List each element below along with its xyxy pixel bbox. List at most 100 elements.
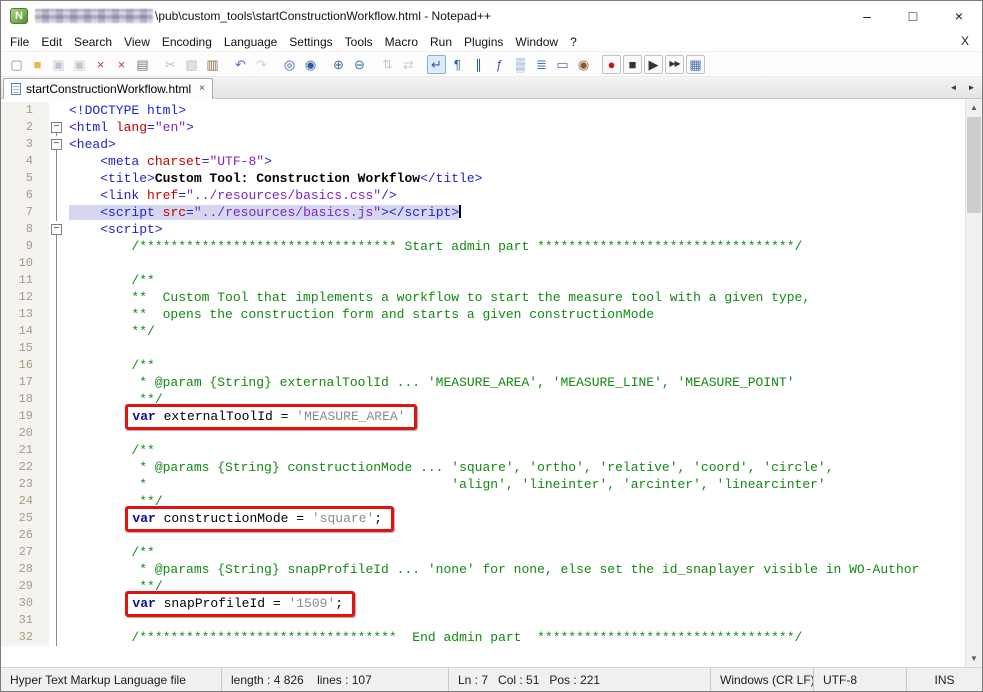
fold-guide-line	[56, 561, 57, 578]
code-segment: <head>	[69, 137, 116, 152]
macro-stop-icon[interactable]: ■	[623, 55, 642, 74]
menubar-items: FileEditSearchViewEncodingLanguageSettin…	[4, 31, 583, 51]
show-indent-guide-icon[interactable]: ∥	[469, 55, 488, 74]
minimize-button[interactable]: –	[844, 1, 890, 31]
line-number: 7	[1, 204, 41, 221]
code-segment: >	[381, 205, 389, 220]
document-list-icon[interactable]: ≣	[532, 55, 551, 74]
find-icon[interactable]: ◎	[280, 55, 299, 74]
monitor-icon[interactable]: ▭	[553, 55, 572, 74]
code-line-5: 5 <title>Custom Tool: Construction Workf…	[1, 170, 965, 187]
code-line-9: 9 /********************************* Sta…	[1, 238, 965, 255]
code-segment: var	[132, 511, 155, 526]
undo-icon[interactable]: ↶	[231, 55, 250, 74]
line-number: 29	[1, 578, 41, 595]
paste-icon[interactable]: ▥	[203, 55, 222, 74]
tab-scroll-left-icon[interactable]: ◄	[947, 80, 960, 95]
code-segment	[69, 205, 100, 220]
code-text	[65, 255, 69, 272]
status-cursor-position: Ln : 7 Col : 51 Pos : 221	[449, 668, 711, 691]
line-number: 20	[1, 425, 41, 442]
menu-file[interactable]: File	[4, 33, 35, 51]
menubar-close-icon[interactable]: X	[961, 34, 982, 48]
macro-record-icon[interactable]: ●	[602, 55, 621, 74]
code-segment: "../resources/basics.css"	[186, 188, 381, 203]
close-all-files-icon[interactable]: ×	[112, 55, 131, 74]
line-number: 28	[1, 561, 41, 578]
code-text: var snapProfileId = '1509';	[65, 595, 355, 612]
tab-close-icon[interactable]: ×	[199, 83, 205, 94]
code-text: <script src="../resources/basics.js"></s…	[65, 204, 461, 221]
word-wrap-icon[interactable]: ↵	[427, 55, 446, 74]
new-file-icon[interactable]: ▢	[7, 55, 26, 74]
fold-collapse-icon[interactable]: −	[51, 122, 62, 133]
macro-save-icon[interactable]: ▦	[686, 55, 705, 74]
fold-collapse-icon[interactable]: −	[51, 139, 62, 150]
bookmark-margin	[41, 629, 49, 646]
show-all-characters-icon[interactable]: ¶	[448, 55, 467, 74]
status-encoding[interactable]: UTF-8	[814, 668, 907, 691]
bookmark-margin	[41, 612, 49, 629]
toolbar: ▢■▣▣××▤✂▧▥↶↷◎◉⊕⊖⇅⇄↵¶∥ƒ▒≣▭◉●■▶▶▶▦	[1, 51, 982, 77]
eye-icon[interactable]: ◉	[574, 55, 593, 74]
close-button[interactable]: ×	[936, 1, 982, 31]
status-eol-format[interactable]: Windows (CR LF)	[711, 668, 814, 691]
status-insert-mode[interactable]: INS	[907, 668, 982, 691]
status-bar: Hyper Text Markup Language file length :…	[1, 667, 982, 691]
notepadpp-logo-icon: N	[10, 8, 28, 24]
menu-search[interactable]: Search	[68, 33, 118, 51]
menu-help[interactable]: ?	[564, 33, 583, 51]
macro-play-icon[interactable]: ▶	[644, 55, 663, 74]
function-list-icon[interactable]: ƒ	[490, 55, 509, 74]
fold-guide-line	[56, 578, 57, 595]
tab-document[interactable]: startConstructionWorkflow.html×	[3, 78, 213, 99]
line-number: 9	[1, 238, 41, 255]
line-number: 10	[1, 255, 41, 272]
fold-margin[interactable]: −	[49, 136, 65, 153]
bookmark-margin	[41, 459, 49, 476]
menu-tools[interactable]: Tools	[339, 33, 379, 51]
editor-text-area[interactable]: 1<!DOCTYPE html>2−<html lang="en">3−<hea…	[1, 99, 965, 667]
bookmark-margin	[41, 102, 49, 119]
menu-language[interactable]: Language	[218, 33, 283, 51]
code-line-8: 8− <script>	[1, 221, 965, 238]
title-bar[interactable]: N \pub\custom_tools\startConstructionWor…	[1, 1, 982, 31]
document-icon	[11, 83, 21, 95]
scrollbar-thumb[interactable]	[967, 117, 981, 213]
menu-window[interactable]: Window	[509, 33, 564, 51]
fold-margin	[49, 272, 65, 289]
menu-edit[interactable]: Edit	[35, 33, 68, 51]
tab-strip: startConstructionWorkflow.html×	[3, 77, 213, 98]
document-map-icon[interactable]: ▒	[511, 55, 530, 74]
cut-icon: ✂	[161, 55, 180, 74]
fold-collapse-icon[interactable]: −	[51, 224, 62, 235]
fold-guide-line	[56, 476, 57, 493]
line-number: 5	[1, 170, 41, 187]
scroll-up-icon[interactable]: ▲	[966, 99, 982, 116]
code-segment	[69, 171, 100, 186]
menu-macro[interactable]: Macro	[379, 33, 424, 51]
macro-run-multiple-icon[interactable]: ▶▶	[665, 55, 684, 74]
bookmark-margin	[41, 204, 49, 221]
replace-icon[interactable]: ◉	[301, 55, 320, 74]
menu-encoding[interactable]: Encoding	[156, 33, 218, 51]
line-number: 14	[1, 323, 41, 340]
fold-margin	[49, 629, 65, 646]
vertical-scrollbar[interactable]: ▲ ▼	[965, 99, 982, 667]
maximize-button[interactable]: □	[890, 1, 936, 31]
scroll-down-icon[interactable]: ▼	[966, 650, 982, 667]
menu-run[interactable]: Run	[424, 33, 458, 51]
menu-plugins[interactable]: Plugins	[458, 33, 509, 51]
fold-margin[interactable]: −	[49, 221, 65, 238]
zoom-in-icon[interactable]: ⊕	[329, 55, 348, 74]
zoom-out-icon[interactable]: ⊖	[350, 55, 369, 74]
close-file-icon[interactable]: ×	[91, 55, 110, 74]
tab-scroll-right-icon[interactable]: ►	[965, 80, 978, 95]
open-file-icon[interactable]: ■	[28, 55, 47, 74]
fold-margin[interactable]: −	[49, 119, 65, 136]
menu-view[interactable]: View	[118, 33, 156, 51]
menu-settings[interactable]: Settings	[283, 33, 338, 51]
print-icon[interactable]: ▤	[133, 55, 152, 74]
code-segment: =	[147, 120, 155, 135]
code-segment: /**	[131, 273, 154, 288]
